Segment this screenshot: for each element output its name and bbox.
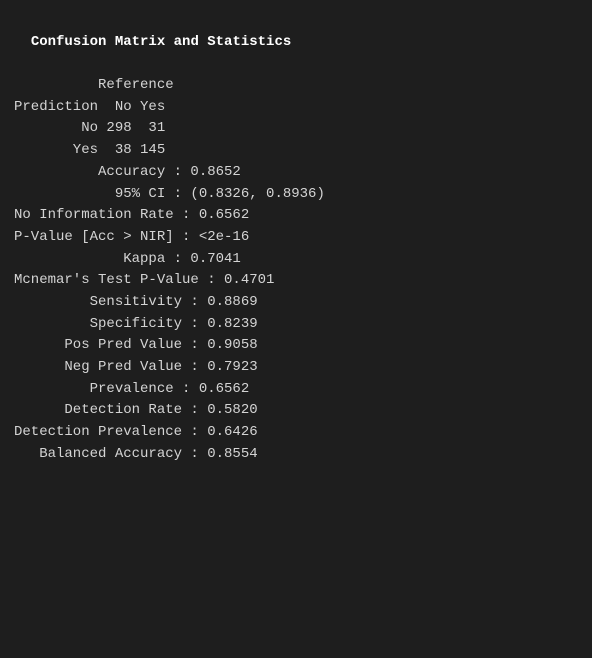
terminal-line-nir: No Information Rate : 0.6562 [14, 205, 578, 227]
terminal-line-prevalence: Prevalence : 0.6562 [14, 379, 578, 401]
terminal-line-neg-pred: Neg Pred Value : 0.7923 [14, 357, 578, 379]
terminal-line-balanced-accuracy: Balanced Accuracy : 0.8554 [14, 444, 578, 466]
terminal-line-specificity: Specificity : 0.8239 [14, 314, 578, 336]
title: Confusion Matrix and Statistics [31, 34, 291, 50]
terminal-line-mcnemar: Mcnemar's Test P-Value : 0.4701 [14, 270, 578, 292]
terminal-line-detection-rate: Detection Rate : 0.5820 [14, 400, 578, 422]
terminal-line-row-no: No 298 31 [14, 118, 578, 140]
terminal-line-kappa: Kappa : 0.7041 [14, 249, 578, 271]
terminal-line-ci: 95% CI : (0.8326, 0.8936) [14, 184, 578, 206]
terminal-line-reference-header: Reference [14, 75, 578, 97]
terminal-line-prediction-header: Prediction No Yes [14, 97, 578, 119]
terminal-line-pos-pred: Pos Pred Value : 0.9058 [14, 335, 578, 357]
terminal-line-row-yes: Yes 38 145 [14, 140, 578, 162]
terminal-line-accuracy: Accuracy : 0.8652 [14, 162, 578, 184]
terminal-line-pvalue: P-Value [Acc > NIR] : <2e-16 [14, 227, 578, 249]
terminal-output: Confusion Matrix and Statistics Referenc… [0, 0, 592, 658]
terminal-line-detection-prevalence: Detection Prevalence : 0.6426 [14, 422, 578, 444]
terminal-line-sensitivity: Sensitivity : 0.8869 [14, 292, 578, 314]
